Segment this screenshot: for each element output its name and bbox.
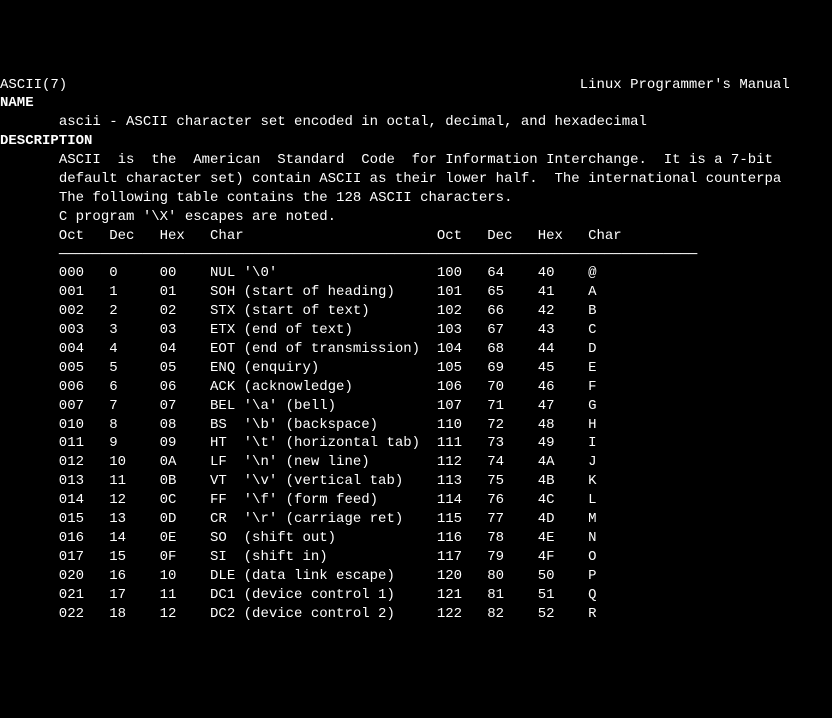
text-line: ASCII is the American Standard Code for … <box>0 151 832 170</box>
text-line: default character set) contain ASCII as … <box>0 170 832 189</box>
table-row: 001 1 01 SOH (start of heading) 101 65 4… <box>0 284 597 300</box>
text-line: Oct Dec Hex Char Oct Dec Hex Char <box>0 227 832 246</box>
text-line: 010 8 08 BS '\b' (backspace) 110 72 48 H <box>0 416 832 435</box>
text-line: ascii - ASCII character set encoded in o… <box>0 113 832 132</box>
text-line: 015 13 0D CR '\r' (carriage ret) 115 77 … <box>0 510 832 529</box>
man-header-right: Linux Programmer's Manual <box>580 77 790 93</box>
text-line: 004 4 04 EOT (end of transmission) 104 6… <box>0 340 832 359</box>
table-row: 013 11 0B VT '\v' (vertical tab) 113 75 … <box>0 473 597 489</box>
table-row: 004 4 04 EOT (end of transmission) 104 6… <box>0 341 597 357</box>
table-row: 011 9 09 HT '\t' (horizontal tab) 111 73… <box>0 435 597 451</box>
text-line: 001 1 01 SOH (start of heading) 101 65 4… <box>0 283 832 302</box>
text-line: 021 17 11 DC1 (device control 1) 121 81 … <box>0 586 832 605</box>
table-row: 015 13 0D CR '\r' (carriage ret) 115 77 … <box>0 511 597 527</box>
text-line: 011 9 09 HT '\t' (horizontal tab) 111 73… <box>0 434 832 453</box>
text-line: ASCII(7) Linux Programmer's Manual <box>0 76 832 95</box>
table-row: 000 0 00 NUL '\0' 100 64 40 @ <box>0 265 597 281</box>
text-line: 013 11 0B VT '\v' (vertical tab) 113 75 … <box>0 472 832 491</box>
man-header-left: ASCII(7) <box>0 77 67 93</box>
table-row: 021 17 11 DC1 (device control 1) 121 81 … <box>0 587 597 603</box>
table-row: 012 10 0A LF '\n' (new line) 112 74 4A J <box>0 454 597 470</box>
table-row: 006 6 06 ACK (acknowledge) 106 70 46 F <box>0 379 597 395</box>
text-line: 022 18 12 DC2 (device control 2) 122 82 … <box>0 605 832 624</box>
table-row: 007 7 07 BEL '\a' (bell) 107 71 47 G <box>0 398 597 414</box>
text-line: 007 7 07 BEL '\a' (bell) 107 71 47 G <box>0 397 832 416</box>
table-divider: ────────────────────────────────────────… <box>59 247 698 263</box>
description-para2: The following table contains the 128 ASC… <box>59 190 513 206</box>
table-row: 005 5 05 ENQ (enquiry) 105 69 45 E <box>0 360 597 376</box>
text-line: 002 2 02 STX (start of text) 102 66 42 B <box>0 302 832 321</box>
name-text: ascii - ASCII character set encoded in o… <box>59 114 647 130</box>
table-header: Oct Dec Hex Char Oct Dec Hex Char <box>0 228 622 244</box>
text-line: 014 12 0C FF '\f' (form feed) 114 76 4C … <box>0 491 832 510</box>
text-line: 017 15 0F SI (shift in) 117 79 4F O <box>0 548 832 567</box>
text-line: DESCRIPTION <box>0 132 832 151</box>
table-row: 014 12 0C FF '\f' (form feed) 114 76 4C … <box>0 492 597 508</box>
table-row: 022 18 12 DC2 (device control 2) 122 82 … <box>0 606 597 622</box>
text-line: NAME <box>0 94 832 113</box>
text-line: 020 16 10 DLE (data link escape) 120 80 … <box>0 567 832 586</box>
text-line: The following table contains the 128 ASC… <box>0 189 832 208</box>
section-heading-name: NAME <box>0 95 34 111</box>
text-line: 000 0 00 NUL '\0' 100 64 40 @ <box>0 264 832 283</box>
table-row: 016 14 0E SO (shift out) 116 78 4E N <box>0 530 597 546</box>
table-row: 010 8 08 BS '\b' (backspace) 110 72 48 H <box>0 417 597 433</box>
text-line: 012 10 0A LF '\n' (new line) 112 74 4A J <box>0 453 832 472</box>
table-row: 002 2 02 STX (start of text) 102 66 42 B <box>0 303 597 319</box>
text-line: 005 5 05 ENQ (enquiry) 105 69 45 E <box>0 359 832 378</box>
text-line: 003 3 03 ETX (end of text) 103 67 43 C <box>0 321 832 340</box>
text-line: 006 6 06 ACK (acknowledge) 106 70 46 F <box>0 378 832 397</box>
description-para1-line2: default character set) contain ASCII as … <box>59 171 782 187</box>
table-row: 017 15 0F SI (shift in) 117 79 4F O <box>0 549 597 565</box>
description-para1-line1: ASCII is the American Standard Code for … <box>59 152 782 168</box>
table-row: 003 3 03 ETX (end of text) 103 67 43 C <box>0 322 597 338</box>
text-line: 016 14 0E SO (shift out) 116 78 4E N <box>0 529 832 548</box>
section-heading-description: DESCRIPTION <box>0 133 92 149</box>
text-line: C program '\X' escapes are noted. <box>0 208 832 227</box>
description-para3: C program '\X' escapes are noted. <box>59 209 336 225</box>
text-line: ────────────────────────────────────────… <box>0 246 832 265</box>
table-row: 020 16 10 DLE (data link escape) 120 80 … <box>0 568 597 584</box>
